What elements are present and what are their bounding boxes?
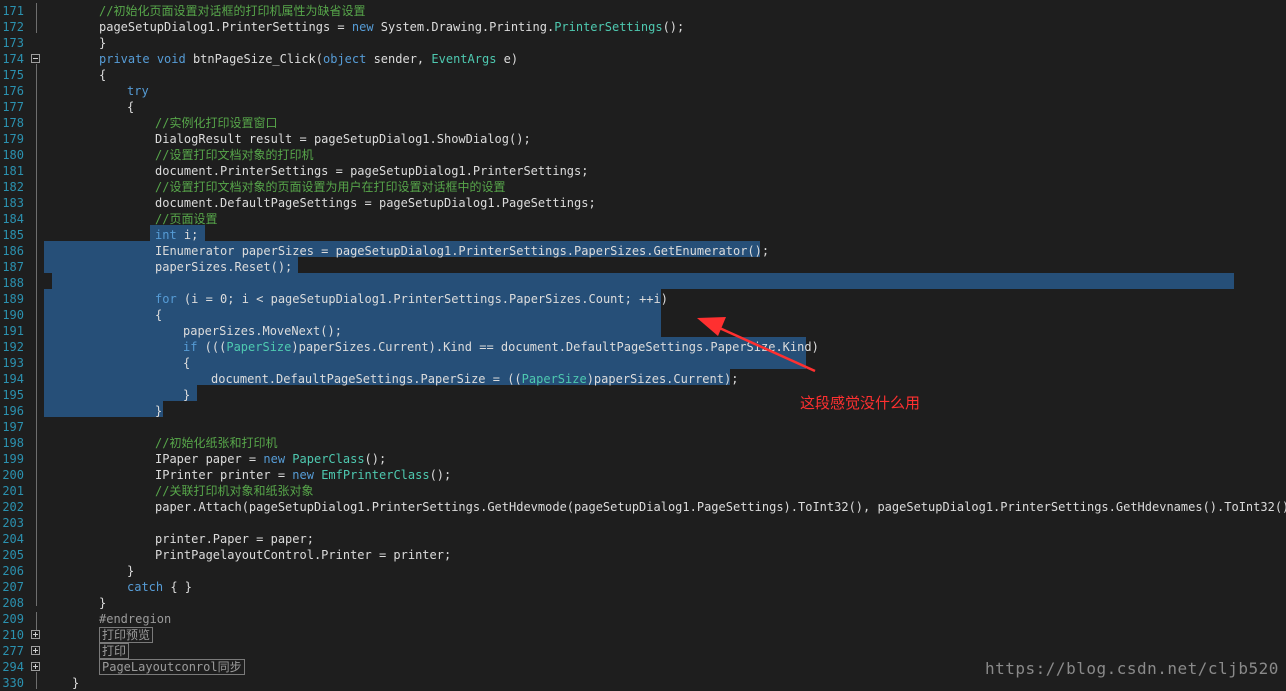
arrow-icon: [697, 317, 816, 373]
annotation-text: 这段感觉没什么用: [800, 394, 921, 412]
code-editor[interactable]: 171 172 173 174 175 176 177 178 179 180 181 182 183 1…: [0, 0, 1286, 690]
watermark: https://blog.csdn.net/cljb520: [985, 659, 1279, 678]
